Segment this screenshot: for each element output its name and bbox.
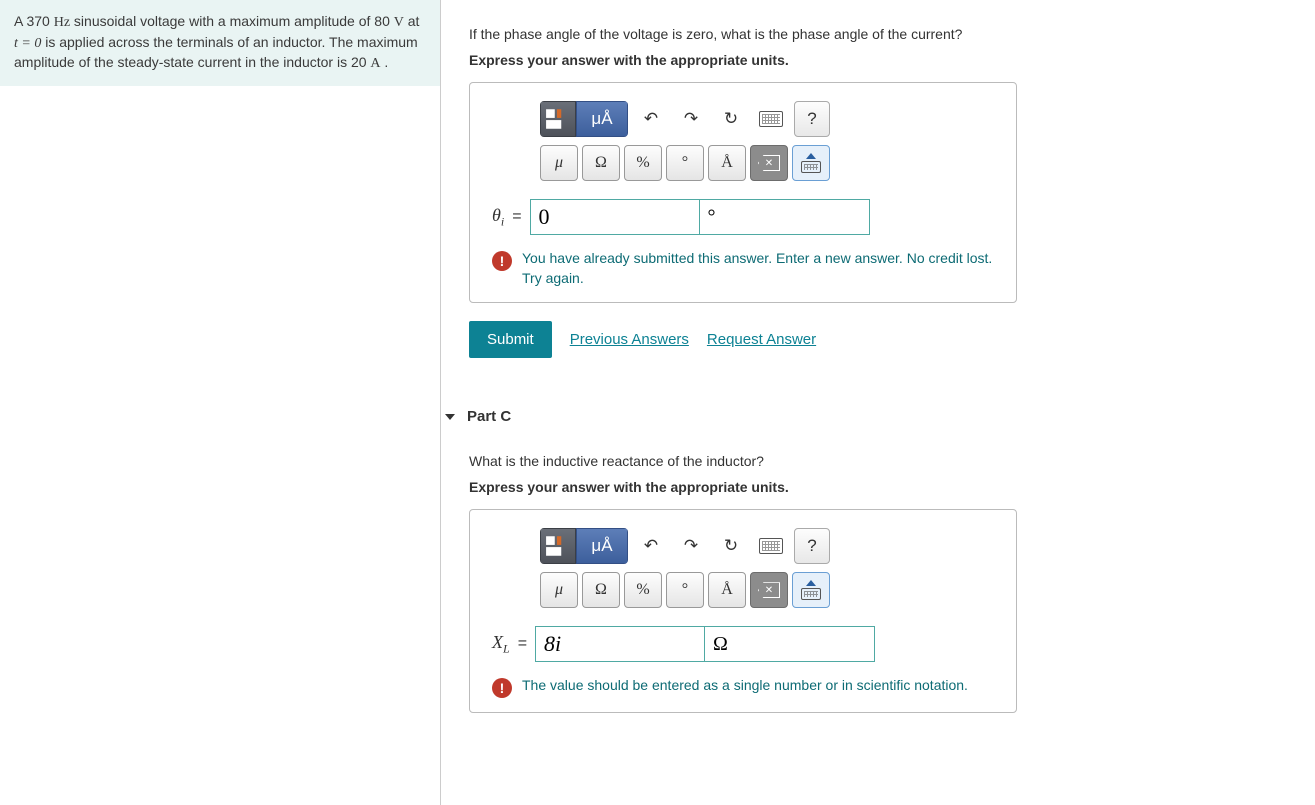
- previous-answers-link[interactable]: Previous Answers: [570, 331, 689, 348]
- backspace-button[interactable]: ✕: [750, 145, 788, 181]
- reset-icon[interactable]: ↻: [714, 102, 748, 136]
- angstrom-button[interactable]: Å: [708, 572, 746, 608]
- units-button[interactable]: μÅ: [576, 528, 628, 564]
- partB-feedback: ! You have already submitted this answer…: [492, 249, 1002, 288]
- partC-feedback: ! The value should be entered as a singl…: [492, 676, 1002, 698]
- request-answer-link[interactable]: Request Answer: [707, 331, 816, 348]
- partB-variable: θi: [492, 205, 504, 230]
- percent-button[interactable]: %: [624, 572, 662, 608]
- alert-icon: !: [492, 678, 512, 698]
- redo-icon[interactable]: ↷: [674, 529, 708, 563]
- partC-value-input[interactable]: [535, 626, 705, 662]
- partB-unit-input[interactable]: [700, 199, 870, 235]
- reset-icon[interactable]: ↻: [714, 529, 748, 563]
- percent-button[interactable]: %: [624, 145, 662, 181]
- alert-icon: !: [492, 251, 512, 271]
- equals-sign: =: [512, 208, 521, 226]
- partB-input-row: θi =: [492, 199, 1002, 235]
- omega-button[interactable]: Ω: [582, 145, 620, 181]
- problem-statement: A 370 Hz sinusoidal voltage with a maxim…: [0, 0, 440, 86]
- partB-toolbar: μÅ ↶ ↷ ↻ ?: [540, 101, 830, 137]
- degree-button[interactable]: °: [666, 572, 704, 608]
- angstrom-button[interactable]: Å: [708, 145, 746, 181]
- help-button[interactable]: ?: [794, 528, 830, 564]
- shift-keyboard-button[interactable]: [792, 572, 830, 608]
- templates-icon[interactable]: [540, 101, 576, 137]
- partC-answer-box: μÅ ↶ ↷ ↻ ? μ Ω % ° Å ✕ XL =: [469, 509, 1017, 713]
- problem-text: A 370 Hz sinusoidal voltage with a maxim…: [14, 13, 419, 70]
- partC-header[interactable]: Part C: [445, 408, 1315, 425]
- degree-button[interactable]: °: [666, 145, 704, 181]
- partB-actions: Submit Previous Answers Request Answer: [469, 321, 1315, 358]
- left-panel: A 370 Hz sinusoidal voltage with a maxim…: [0, 0, 440, 805]
- mu-button[interactable]: μ: [540, 572, 578, 608]
- partC-symbol-row: μ Ω % ° Å ✕: [540, 572, 830, 608]
- keyboard-icon[interactable]: [754, 102, 788, 136]
- partC-variable: XL: [492, 632, 510, 657]
- partB-instruction: Express your answer with the appropriate…: [469, 52, 1315, 68]
- undo-icon[interactable]: ↶: [634, 529, 668, 563]
- chevron-down-icon: [445, 414, 455, 420]
- partC-question: What is the inductive reactance of the i…: [469, 453, 1315, 469]
- omega-button[interactable]: Ω: [582, 572, 620, 608]
- partB-value-input[interactable]: [530, 199, 700, 235]
- partB-question: If the phase angle of the voltage is zer…: [469, 26, 1315, 42]
- partB-symbol-row: μ Ω % ° Å ✕: [540, 145, 830, 181]
- right-panel: If the phase angle of the voltage is zer…: [440, 0, 1315, 805]
- help-button[interactable]: ?: [794, 101, 830, 137]
- submit-button[interactable]: Submit: [469, 321, 552, 358]
- shift-keyboard-button[interactable]: [792, 145, 830, 181]
- partC-unit-input[interactable]: [705, 626, 875, 662]
- templates-icon[interactable]: [540, 528, 576, 564]
- backspace-button[interactable]: ✕: [750, 572, 788, 608]
- mu-button[interactable]: μ: [540, 145, 578, 181]
- partC-input-row: XL =: [492, 626, 1002, 662]
- partC-toolbar: μÅ ↶ ↷ ↻ ?: [540, 528, 830, 564]
- undo-icon[interactable]: ↶: [634, 102, 668, 136]
- page-container: A 370 Hz sinusoidal voltage with a maxim…: [0, 0, 1315, 805]
- redo-icon[interactable]: ↷: [674, 102, 708, 136]
- units-button[interactable]: μÅ: [576, 101, 628, 137]
- equals-sign: =: [518, 635, 527, 653]
- partC-title: Part C: [467, 408, 511, 425]
- partB-feedback-text: You have already submitted this answer. …: [522, 249, 1002, 288]
- partB-answer-box: μÅ ↶ ↷ ↻ ? μ Ω % ° Å ✕ θi =: [469, 82, 1017, 303]
- partC-instruction: Express your answer with the appropriate…: [469, 479, 1315, 495]
- keyboard-icon[interactable]: [754, 529, 788, 563]
- partC-feedback-text: The value should be entered as a single …: [522, 676, 968, 696]
